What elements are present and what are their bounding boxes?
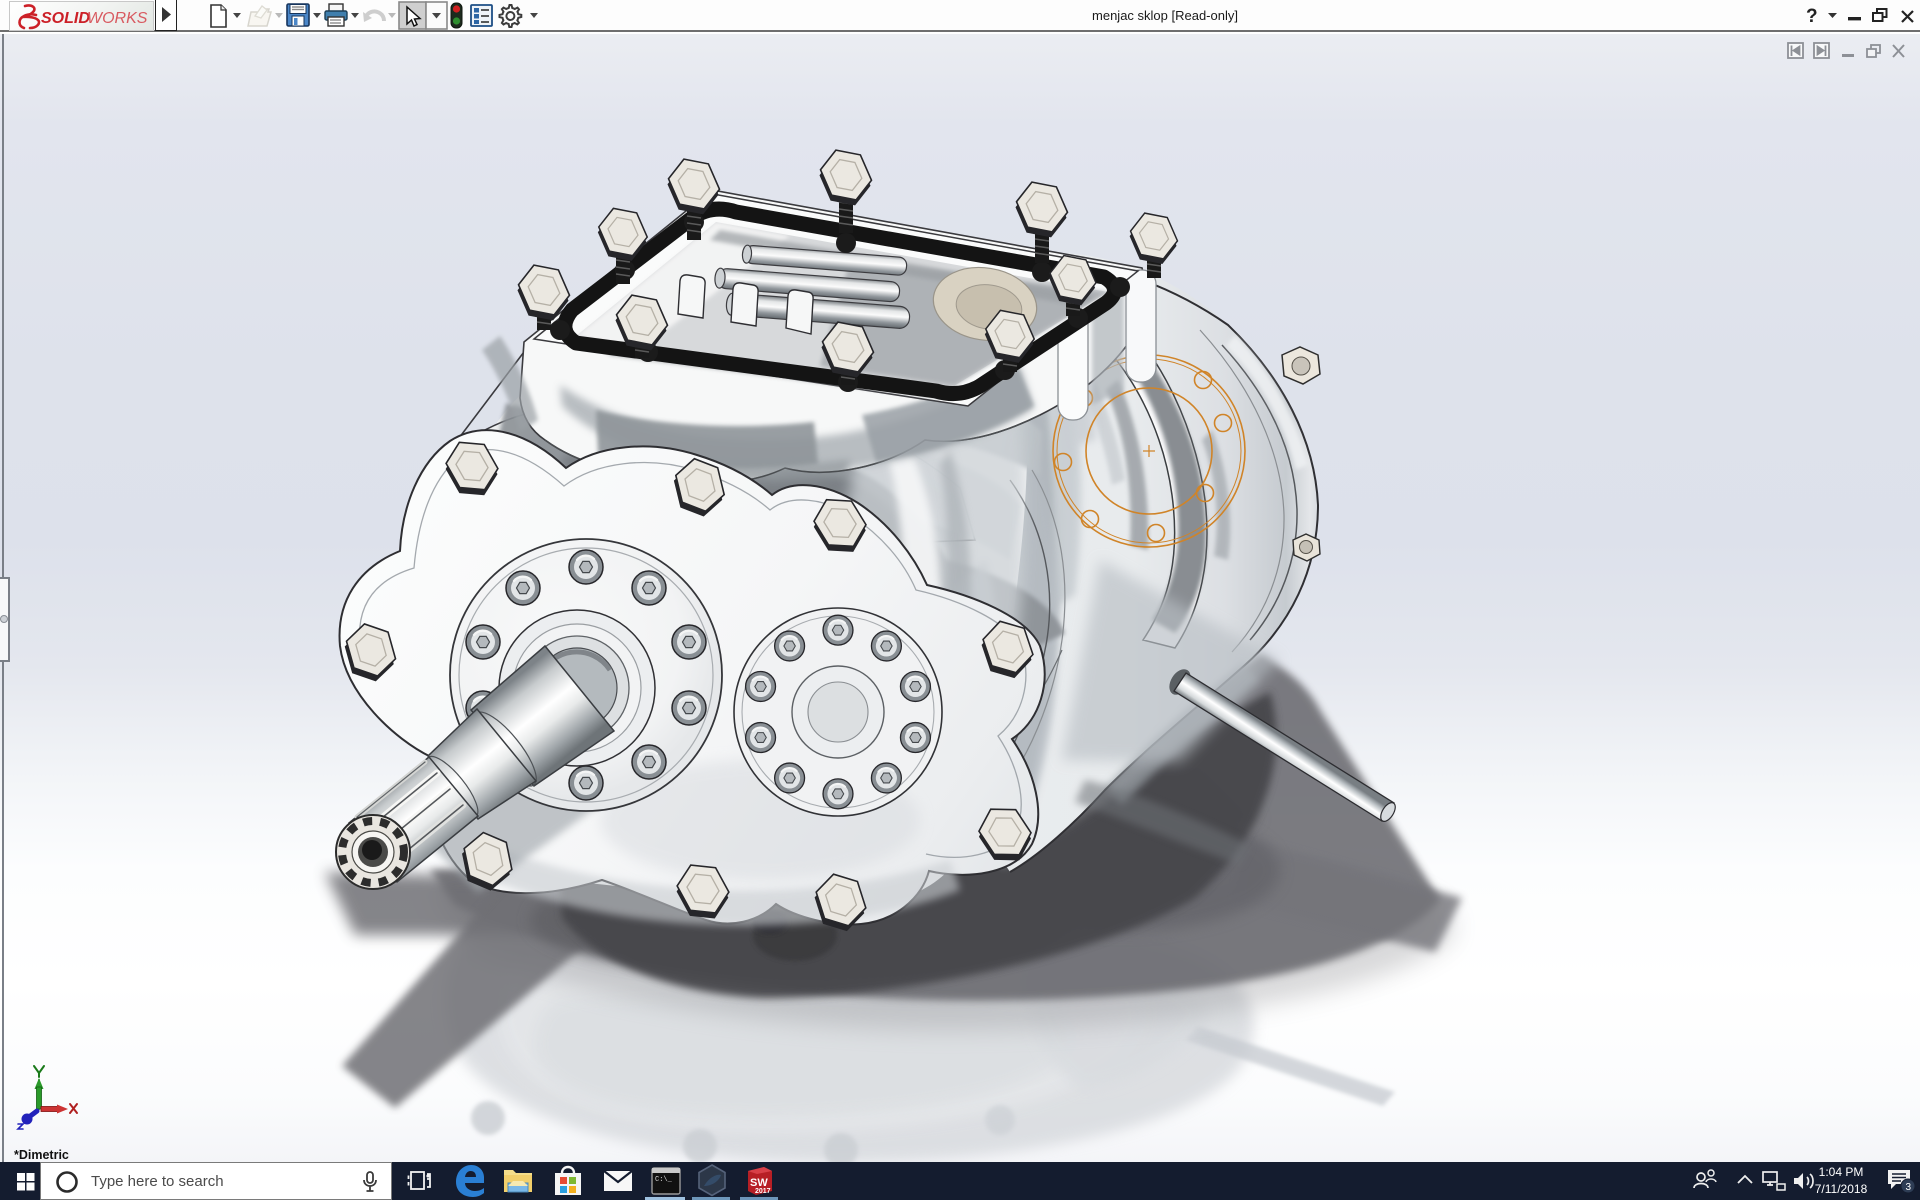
svg-text:WORKS: WORKS <box>87 10 148 27</box>
svg-text:3: 3 <box>1906 1182 1912 1193</box>
svg-text:C:\_: C:\_ <box>655 1176 673 1184</box>
svg-text:SOLID: SOLID <box>41 10 90 27</box>
svg-text:2017: 2017 <box>755 1188 771 1195</box>
svg-text:?: ? <box>1806 6 1818 27</box>
